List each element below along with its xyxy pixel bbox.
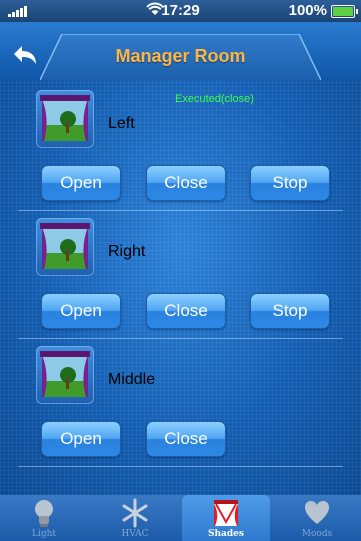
curtain-thumbnail-icon[interactable] [36,90,94,148]
close-button[interactable]: Close [146,165,226,201]
status-bar: 17:29 100% [0,0,361,22]
tab-hvac[interactable]: HVAC [91,495,179,541]
open-button[interactable]: Open [41,165,121,201]
tab-label: HVAC [121,529,149,539]
divider [18,466,343,467]
shade-device-right: Right Open Close Stop [0,208,361,333]
heart-icon [305,501,329,524]
title-bar: Manager Room [0,22,361,80]
snowflake-icon [122,498,148,528]
device-name: Left [108,115,135,132]
stop-button[interactable]: Stop [250,165,330,201]
lightbulb-icon [35,500,53,527]
tab-label: Light [31,529,57,539]
stop-button[interactable]: Stop [250,293,330,329]
device-name: Right [108,243,146,260]
tab-moods[interactable]: Moods [273,495,361,541]
shade-device-middle: Middle Open Close [0,336,361,461]
page-title: Manager Room [115,46,246,66]
open-button[interactable]: Open [41,293,121,329]
tab-label: Shades [208,529,244,539]
tab-shades[interactable]: Shades [182,495,270,541]
battery-icon [331,5,358,18]
shade-device-left: Left Open Close Stop [0,80,361,205]
open-button[interactable]: Open [41,421,121,457]
tab-bar: Light HVAC Shades Moods [0,495,361,541]
device-name: Middle [108,371,156,388]
close-button[interactable]: Close [146,293,226,329]
curtain-thumbnail-icon[interactable] [36,218,94,276]
battery-percent: 100% [288,2,327,19]
tab-label: Moods [301,529,333,539]
curtain-icon [214,500,238,526]
curtain-thumbnail-icon[interactable] [36,346,94,404]
tab-light[interactable]: Light [0,495,88,541]
close-button[interactable]: Close [146,421,226,457]
shades-content: Executed(close) Left Open Close Stop Rig… [0,80,361,495]
